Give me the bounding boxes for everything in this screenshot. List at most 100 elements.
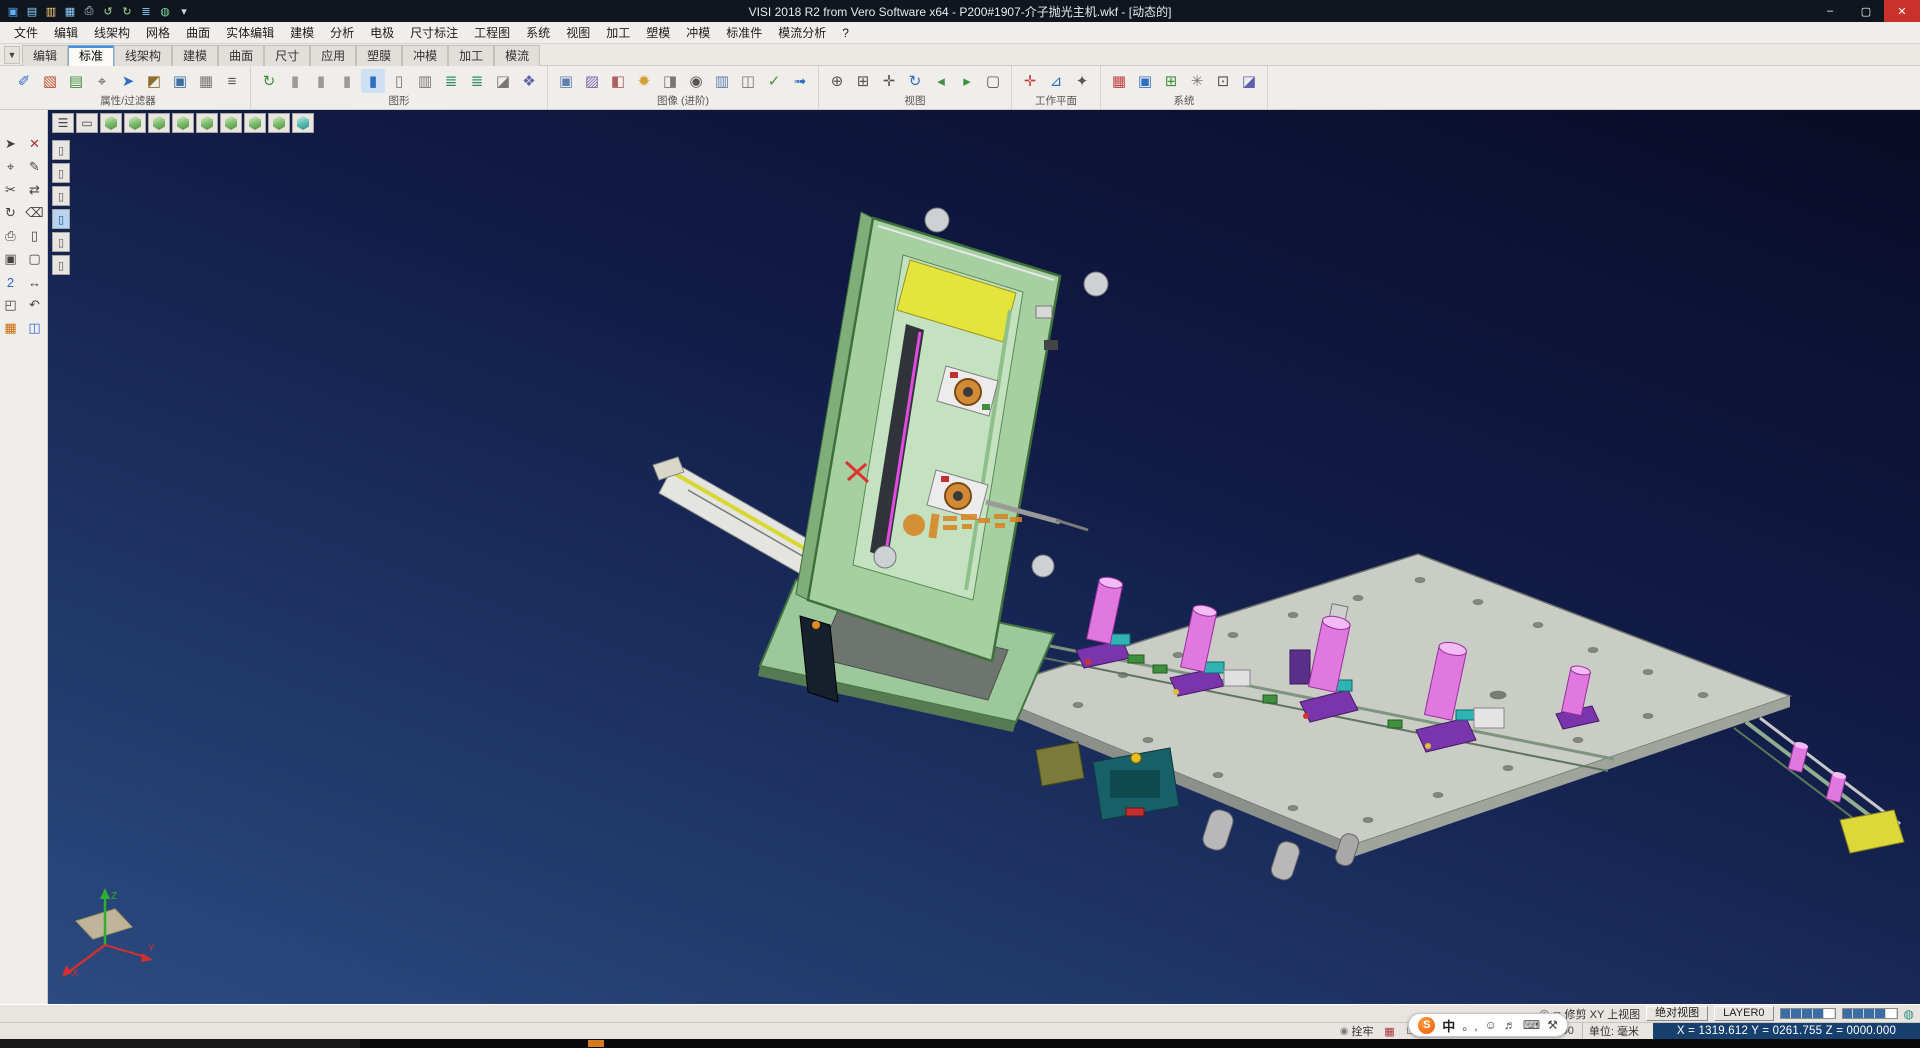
view-cube-top-icon[interactable]	[124, 113, 146, 133]
rotate-view-icon[interactable]: ↻	[903, 69, 927, 93]
camera-icon[interactable]: ◉	[684, 69, 708, 93]
units-readout[interactable]: 单位: 毫米	[1582, 1023, 1645, 1039]
light-icon[interactable]: ✹	[632, 69, 656, 93]
viewport-canvas[interactable]	[48, 110, 1920, 1004]
redo-icon[interactable]: ↻	[118, 3, 136, 19]
view-state-button[interactable]: ▯	[52, 255, 70, 275]
machine-frame[interactable]	[796, 208, 1108, 661]
open-file-icon[interactable]: ▥	[42, 3, 60, 19]
edit-pencil-icon[interactable]: ✎	[25, 157, 45, 177]
transfer-rail-right[interactable]	[1734, 718, 1904, 853]
view-shaded-icon[interactable]	[292, 113, 314, 133]
ime-punctuation-icon[interactable]: 。,	[1462, 1017, 1477, 1034]
pan-icon[interactable]: ✛	[877, 69, 901, 93]
close-button[interactable]: ✕	[1884, 0, 1920, 22]
print-icon[interactable]: ⎙	[80, 3, 98, 19]
layer-button[interactable]: LAYER0	[1714, 1006, 1773, 1021]
dimension-2d-icon[interactable]: 2	[1, 272, 21, 292]
tab-模流[interactable]: 模流	[494, 45, 540, 66]
animation-icon[interactable]: ➟	[788, 69, 812, 93]
view-state-button[interactable]: ▯	[52, 209, 70, 229]
tab-应用[interactable]: 应用	[310, 45, 356, 66]
config-icon[interactable]: ◪	[1237, 69, 1261, 93]
tab-标准[interactable]: 标准	[68, 45, 114, 66]
save-icon[interactable]: ▦	[61, 3, 79, 19]
monitor-icon[interactable]: ▣	[1133, 69, 1157, 93]
transparency-icon[interactable]: ◫	[736, 69, 760, 93]
ime-logo-icon[interactable]: S	[1418, 1017, 1435, 1034]
tab-加工[interactable]: 加工	[448, 45, 494, 66]
menu-item[interactable]: 系统	[518, 22, 558, 43]
grid-settings-icon[interactable]: ⊞	[1159, 69, 1183, 93]
tab-编辑[interactable]: 编辑	[22, 45, 68, 66]
fullscreen-icon[interactable]: ▢	[981, 69, 1005, 93]
save-icon[interactable]: ◫	[25, 318, 45, 338]
texture-icon[interactable]: ▨	[580, 69, 604, 93]
shaded-mode-icon[interactable]: ▮	[361, 69, 385, 93]
view-cube-left-icon[interactable]	[196, 113, 218, 133]
menu-item[interactable]: 实体编辑	[218, 22, 282, 43]
magnet-pick-icon[interactable]: ⌖	[90, 69, 114, 93]
image-icon[interactable]: ▣	[554, 69, 578, 93]
ime-emoji-icon[interactable]: ☺	[1485, 1018, 1497, 1032]
next-view-icon[interactable]: ▸	[955, 69, 979, 93]
workplane-toggle-icon[interactable]: ▭	[76, 113, 98, 133]
ime-language-toggle[interactable]: 中	[1442, 1016, 1455, 1035]
workplane-align-icon[interactable]: ⊿	[1044, 69, 1068, 93]
material-icon[interactable]: ◧	[606, 69, 630, 93]
color-filter-icon[interactable]: ▧	[38, 69, 62, 93]
menu-item[interactable]: 冲模	[678, 22, 718, 43]
database-add-icon[interactable]: ≣	[465, 69, 489, 93]
mask-icon[interactable]: ◩	[142, 69, 166, 93]
quality-icon[interactable]: ✓	[762, 69, 786, 93]
shadow-icon[interactable]: ◨	[658, 69, 682, 93]
view-cube-right-icon[interactable]	[172, 113, 194, 133]
chevron-down-icon[interactable]: ▼	[4, 46, 20, 64]
viewport-3d[interactable]: ☰▭ ▯▯▯▯▯▯	[48, 110, 1920, 1004]
refresh-icon[interactable]: ↻	[257, 69, 281, 93]
wireframe-mode-icon[interactable]: ▯	[387, 69, 411, 93]
sheet-icon[interactable]: ▯	[25, 226, 45, 246]
menu-item[interactable]: 编辑	[46, 22, 86, 43]
cylinder-view-icon[interactable]: ▮	[283, 69, 307, 93]
view-cube-axo-icon[interactable]	[268, 113, 290, 133]
view-state-button[interactable]: ▯	[52, 186, 70, 206]
app-icon[interactable]: ▣	[4, 3, 22, 19]
new-file-icon[interactable]: ▤	[23, 3, 41, 19]
rotate-icon[interactable]: ↻	[1, 203, 21, 223]
layers-icon[interactable]: ≣	[137, 3, 155, 19]
background-icon[interactable]: ▥	[710, 69, 734, 93]
filter-solid-icon[interactable]: ▣	[168, 69, 192, 93]
view-cube-bottom-icon[interactable]	[244, 113, 266, 133]
tab-曲面[interactable]: 曲面	[218, 45, 264, 66]
menu-item[interactable]: 建模	[282, 22, 322, 43]
menu-item[interactable]: 线架构	[86, 22, 138, 43]
absolute-view-button[interactable]: 绝对视图	[1646, 1006, 1708, 1021]
menu-item[interactable]: 电极	[362, 22, 402, 43]
ime-keyboard-icon[interactable]: ⌨	[1523, 1018, 1540, 1032]
palette-icon[interactable]: ▦	[1107, 69, 1131, 93]
maximize-button[interactable]: ▢	[1848, 0, 1884, 22]
database-icon[interactable]: ≣	[439, 69, 463, 93]
select-filter-icon[interactable]: ➤	[116, 69, 140, 93]
view-cube-back-icon[interactable]	[220, 113, 242, 133]
menu-item[interactable]: 曲面	[178, 22, 218, 43]
menu-item[interactable]: ?	[834, 24, 857, 42]
globe-icon[interactable]: ◍	[156, 3, 174, 19]
menu-item[interactable]: 网格	[138, 22, 178, 43]
palette-grid-icon[interactable]: ▦	[1, 318, 21, 338]
tab-塑膜[interactable]: 塑膜	[356, 45, 402, 66]
menu-item[interactable]: 尺寸标注	[402, 22, 466, 43]
tab-冲模[interactable]: 冲模	[402, 45, 448, 66]
zoom-all-icon[interactable]: ⊕	[825, 69, 849, 93]
tab-建模[interactable]: 建模	[172, 45, 218, 66]
zoom-window-icon[interactable]: ⊞	[851, 69, 875, 93]
properties-icon[interactable]: ✐	[12, 69, 36, 93]
menu-item[interactable]: 塑模	[638, 22, 678, 43]
select-arrow-icon[interactable]: ➤	[1, 134, 21, 154]
ime-toolbar[interactable]: S 中 。,☺♬⌨⚒	[1408, 1013, 1568, 1037]
cylinder-view-icon[interactable]: ▮	[335, 69, 359, 93]
grid-toggle-icon[interactable]: ▦	[1381, 1025, 1397, 1038]
erase-icon[interactable]: ⌫	[25, 203, 45, 223]
menu-item[interactable]: 标准件	[718, 22, 770, 43]
